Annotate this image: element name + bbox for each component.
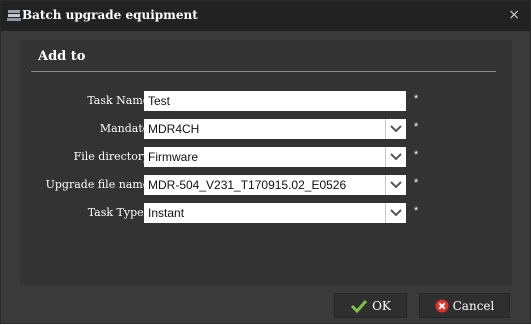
mandate-select[interactable]: MDR4CH <box>144 119 406 139</box>
dialog-title: Batch upgrade equipment <box>22 8 198 22</box>
form-panel: Add to Task Name: Test * Mandate: MDR4CH… <box>20 40 512 285</box>
task-types-value: Instant <box>148 206 185 220</box>
mandate-value: MDR4CH <box>148 122 200 136</box>
batch-upgrade-dialog: Batch upgrade equipment × Add to Task Na… <box>0 0 531 324</box>
section-title: Add to <box>38 49 86 64</box>
file-directory-label: File directory: <box>73 150 153 163</box>
task-name-input[interactable]: Test <box>144 91 406 111</box>
ok-button[interactable]: OK <box>334 293 407 318</box>
task-name-value: Test <box>148 94 171 108</box>
ok-label: OK <box>372 298 391 313</box>
file-directory-value: Firmware <box>148 150 198 164</box>
required-mark: * <box>414 149 419 161</box>
title-bar[interactable]: Batch upgrade equipment × <box>1 1 530 31</box>
cancel-label: Cancel <box>452 298 495 313</box>
required-mark: * <box>414 93 419 105</box>
dialog-footer: OK Cancel <box>1 290 530 325</box>
close-icon[interactable]: × <box>508 7 520 23</box>
section-divider <box>31 71 496 72</box>
check-icon <box>351 299 368 313</box>
chevron-down-icon[interactable] <box>385 119 406 139</box>
upgrade-file-select[interactable]: MDR-504_V231_T170915.02_E0526 <box>144 175 406 195</box>
required-mark: * <box>414 205 419 217</box>
required-mark: * <box>414 177 419 189</box>
equipment-icon <box>7 10 21 21</box>
chevron-down-icon[interactable] <box>385 203 406 223</box>
task-types-select[interactable]: Instant <box>144 203 406 223</box>
cancel-icon <box>435 299 449 312</box>
required-mark: * <box>414 121 419 133</box>
upgrade-file-label: Upgrade file name: <box>45 178 153 191</box>
chevron-down-icon[interactable] <box>385 147 406 167</box>
file-directory-select[interactable]: Firmware <box>144 147 406 167</box>
upgrade-file-value: MDR-504_V231_T170915.02_E0526 <box>148 178 347 192</box>
cancel-button[interactable]: Cancel <box>419 293 510 318</box>
chevron-down-icon[interactable] <box>385 175 406 195</box>
